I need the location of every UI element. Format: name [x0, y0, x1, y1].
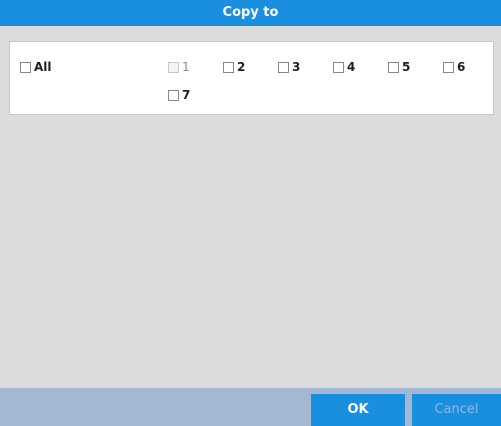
checkbox-channel-5-box[interactable]: [388, 61, 399, 73]
checkbox-channel-7-box[interactable]: [168, 89, 179, 101]
checkbox-channel-3-label: 3: [292, 60, 301, 74]
checkbox-all-box[interactable]: [20, 61, 31, 73]
checkbox-channel-7[interactable]: 7: [168, 87, 190, 103]
cancel-button[interactable]: Cancel: [412, 394, 501, 426]
checkbox-channel-7-label: 7: [182, 88, 191, 102]
checkbox-channel-2-label: 2: [237, 60, 246, 74]
checkbox-channel-5-label: 5: [402, 60, 411, 74]
checkbox-channel-2[interactable]: 2: [223, 59, 245, 75]
checkbox-channel-6-box[interactable]: [443, 61, 454, 73]
checkbox-all[interactable]: All: [20, 59, 52, 75]
checkbox-channel-4-box[interactable]: [333, 61, 344, 73]
checkbox-all-label: All: [34, 60, 52, 74]
checkbox-channel-6-label: 6: [457, 60, 466, 74]
checkbox-channel-1-box: [168, 61, 179, 73]
checkbox-channel-5[interactable]: 5: [388, 59, 410, 75]
checkbox-channel-3[interactable]: 3: [278, 59, 300, 75]
checkbox-channel-3-box[interactable]: [278, 61, 289, 73]
checkbox-channel-4[interactable]: 4: [333, 59, 355, 75]
ok-button[interactable]: OK: [311, 394, 405, 426]
copy-to-dialog: Copy to All 1 2 3 4 5 6 7 OK Cancel: [0, 0, 501, 426]
dialog-footer: OK Cancel: [0, 388, 501, 426]
checkbox-channel-4-label: 4: [347, 60, 356, 74]
dialog-title: Copy to: [0, 0, 501, 26]
checkbox-channel-2-box[interactable]: [223, 61, 234, 73]
checkbox-channel-1-label: 1: [182, 60, 190, 74]
channel-list-panel: All 1 2 3 4 5 6 7: [9, 41, 494, 115]
checkbox-channel-1: 1: [168, 59, 190, 75]
checkbox-channel-6[interactable]: 6: [443, 59, 465, 75]
